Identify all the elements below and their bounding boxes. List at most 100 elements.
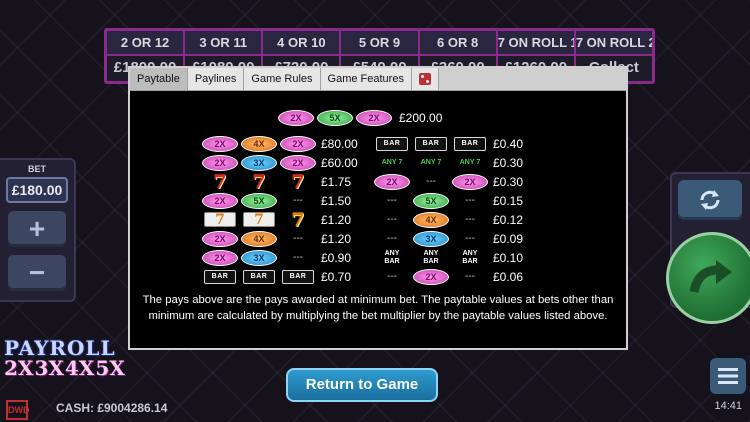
minus-icon: − <box>28 257 46 288</box>
symbol-2x: 2X <box>202 154 238 171</box>
pay-row: 2X 5X --- £1.50 <box>202 191 365 210</box>
refresh-icon <box>700 190 720 210</box>
tab-paytable[interactable]: Paytable <box>130 68 188 90</box>
symbol-seven-orange: 7 <box>291 208 305 231</box>
pay-amount: £1.20 <box>321 212 352 227</box>
symbol-any-seven: ANY 7 <box>381 159 403 166</box>
symbol-5x: 5X <box>317 110 353 126</box>
logo-multipliers: 2X 3X 4X 5X <box>4 356 132 380</box>
symbol-bar: BAR <box>415 136 447 151</box>
pay-row: 2X 3X 2X £60.00 <box>202 153 365 172</box>
spin-arrow-icon <box>689 260 732 294</box>
pay-amount: £200.00 <box>399 111 443 125</box>
symbol-seven: 7 <box>291 170 305 193</box>
game-logo: PAYROLL 2X 3X 4X 5X <box>4 336 132 384</box>
logo-mult: 5X <box>95 356 125 380</box>
hamburger-icon <box>718 368 738 384</box>
bet-value: £180.00 <box>6 177 68 203</box>
increase-bet-button[interactable]: + <box>8 211 66 247</box>
pay-row: 7 7 7 £1.20 <box>202 210 365 229</box>
board-label: 7 ON ROLL 2+ <box>575 35 652 50</box>
spin-controls <box>666 172 750 324</box>
pay-amount: £1.75 <box>321 174 352 189</box>
paytable-modal: Paytable Paylines Game Rules Game Featur… <box>128 66 628 350</box>
symbol-4x: 4X <box>241 230 277 247</box>
board-label: 2 OR 12 <box>107 31 186 54</box>
symbol-bar: BAR <box>282 269 314 284</box>
symbol-seven-bar: 7 <box>204 212 236 227</box>
empty-symbol: --- <box>387 214 397 225</box>
symbol-2x: 2X <box>202 192 238 209</box>
menu-button[interactable] <box>710 358 746 394</box>
pay-amount: £0.30 <box>493 174 524 189</box>
tab-game-rules[interactable]: Game Rules <box>244 68 321 90</box>
tab-dice[interactable] <box>411 68 439 90</box>
symbol-2x: 2X <box>280 135 316 152</box>
pay-row: --- 2X --- £0.06 <box>374 267 537 286</box>
board-label: 7 ON ROLL 1 <box>498 31 576 54</box>
pay-amount: £0.90 <box>321 250 352 265</box>
pay-row: 2X 3X --- £0.90 <box>202 248 365 267</box>
symbol-3x: 3X <box>413 230 449 247</box>
paytable-left-column: 2X 4X 2X £80.00 2X 3X 2X £60.00 7 7 7 £1… <box>202 134 365 286</box>
pay-row: --- 3X --- £0.09 <box>374 229 537 248</box>
pay-row: BAR BAR BAR £0.70 <box>202 267 365 286</box>
pay-amount: £1.20 <box>321 231 352 246</box>
empty-symbol: --- <box>293 233 303 244</box>
pay-amount: £0.15 <box>493 193 524 208</box>
symbol-any-seven: ANY 7 <box>420 159 442 166</box>
pay-amount: £0.30 <box>493 155 524 170</box>
pay-amount: £1.50 <box>321 193 352 208</box>
symbol-any-bar: ANY BAR <box>384 249 400 265</box>
symbol-3x: 3X <box>241 154 277 171</box>
symbol-2x: 2X <box>202 230 238 247</box>
spin-button[interactable] <box>666 232 750 324</box>
tab-game-features[interactable]: Game Features <box>320 68 412 90</box>
symbol-any-bar: ANY BAR <box>462 249 478 265</box>
symbol-2x: 2X <box>452 173 488 190</box>
empty-symbol: --- <box>387 195 397 206</box>
symbol-any-bar: ANY BAR <box>423 249 439 265</box>
symbol-seven: 7 <box>213 170 227 193</box>
return-to-game-button[interactable]: Return to Game <box>286 368 438 402</box>
autoplay-button[interactable] <box>678 180 742 220</box>
pay-amount: £60.00 <box>321 155 358 170</box>
symbol-4x: 4X <box>241 135 277 152</box>
symbol-seven: 7 <box>252 170 266 193</box>
board-label: 4 OR 10 <box>263 31 342 54</box>
decrease-bet-button[interactable]: − <box>8 255 66 291</box>
pay-row: ANY BAR ANY BAR ANY BAR £0.10 <box>374 248 537 267</box>
symbol-2x: 2X <box>202 135 238 152</box>
pay-amount: £0.12 <box>493 212 524 227</box>
logo-mult: 4X <box>64 356 95 380</box>
empty-symbol: --- <box>465 233 475 244</box>
symbol-2x: 2X <box>280 154 316 171</box>
symbol-bar: BAR <box>243 269 275 284</box>
pay-amount: £80.00 <box>321 136 358 151</box>
symbol-bar: BAR <box>204 269 236 284</box>
top-pay-line: 2X 5X 2X £200.00 <box>278 110 442 126</box>
symbol-3x: 3X <box>241 249 277 266</box>
board-label: 5 OR 9 <box>341 31 420 54</box>
pay-row: 2X 4X 2X £80.00 <box>202 134 365 153</box>
modal-tabs: Paytable Paylines Game Rules Game Featur… <box>130 68 626 91</box>
pay-row: --- 4X --- £0.12 <box>374 210 537 229</box>
symbol-4x: 4X <box>413 211 449 228</box>
tab-paylines[interactable]: Paylines <box>187 68 245 90</box>
symbol-2x: 2X <box>278 110 314 126</box>
pay-row: 7 7 7 £1.75 <box>202 172 365 191</box>
paytable-right-column: BAR BAR BAR £0.40 ANY 7 ANY 7 ANY 7 £0.3… <box>374 134 537 286</box>
symbol-5x: 5X <box>241 192 277 209</box>
empty-symbol: --- <box>426 176 436 187</box>
plus-icon: + <box>28 213 46 244</box>
pay-row: BAR BAR BAR £0.40 <box>374 134 537 153</box>
symbol-seven-bar: 7 <box>243 212 275 227</box>
pay-amount: £0.09 <box>493 231 524 246</box>
pay-row: 2X 4X --- £1.20 <box>202 229 365 248</box>
board-labels-row: 2 OR 12 3 OR 11 4 OR 10 5 OR 9 6 OR 8 7 … <box>107 31 652 56</box>
pay-row: --- 5X --- £0.15 <box>374 191 537 210</box>
pay-amount: £0.40 <box>493 136 524 151</box>
cash-balance: CASH: £9004286.14 <box>56 401 168 415</box>
empty-symbol: --- <box>387 233 397 244</box>
empty-symbol: --- <box>293 195 303 206</box>
